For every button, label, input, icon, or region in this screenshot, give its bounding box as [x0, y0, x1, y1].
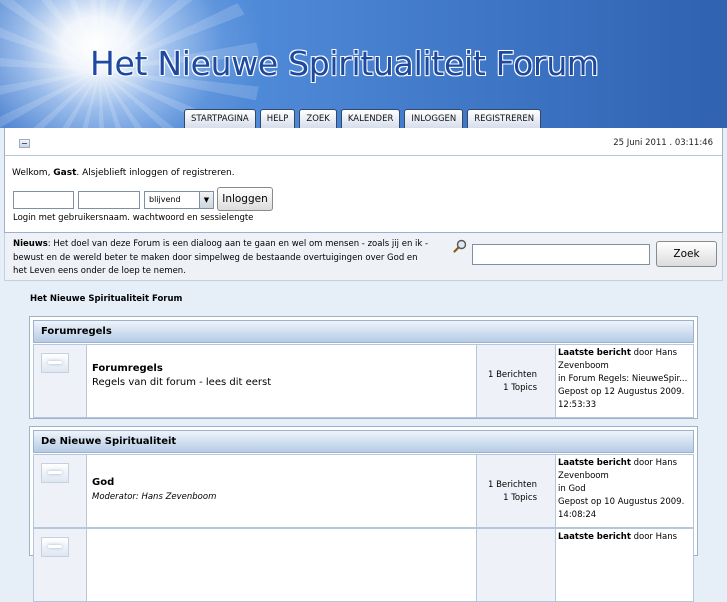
- board-icon-cell: [34, 529, 87, 601]
- search-input[interactable]: [472, 244, 650, 265]
- last-post: Laatste bericht door Hans Zevenboom in F…: [556, 345, 693, 417]
- news-body: : Het doel van deze Forum is een dialoog…: [13, 239, 429, 276]
- post-count: 1 Berichten: [487, 370, 537, 380]
- post-count: 1 Berichten: [487, 480, 537, 490]
- user-panel: 25 Juni 2011 . 03:11:46 Welkom, Gast. Al…: [4, 128, 723, 233]
- last-post-topic[interactable]: in Forum Regels: NieuweSpir...: [558, 374, 687, 384]
- board-info: Forumregels Regels van dit forum - lees …: [87, 345, 477, 417]
- board-title[interactable]: God: [92, 477, 114, 488]
- news-label: Nieuws: [13, 239, 48, 249]
- board-stats: [477, 529, 556, 601]
- chevron-down-icon[interactable]: ▼: [199, 192, 213, 208]
- tab-kalender[interactable]: KALENDER: [340, 109, 401, 128]
- board-title[interactable]: Forumregels: [92, 363, 163, 374]
- board-info: God Moderator: Hans Zevenboom: [87, 455, 477, 527]
- username-input[interactable]: [13, 191, 74, 209]
- tab-startpagina[interactable]: STARTPAGINA: [184, 109, 256, 128]
- login-hint: Login met gebruikersnaam. wachtwoord en …: [13, 213, 254, 223]
- main-nav: STARTPAGINA HELP ZOEK KALENDER INLOGGEN …: [184, 109, 542, 128]
- board-icon-cell: [34, 345, 87, 417]
- tab-registreren[interactable]: REGISTREREN: [467, 109, 542, 128]
- site-title: Het Nieuwe Spiritualiteit Forum: [90, 44, 599, 83]
- last-post-label[interactable]: Laatste bericht: [558, 458, 631, 468]
- search-icon: [453, 239, 467, 253]
- board-icon: [41, 463, 69, 483]
- last-post: Laatste bericht door Hans Zevenboom in G…: [556, 455, 693, 527]
- board-icon: [41, 353, 69, 373]
- session-length-select[interactable]: blijvend ▼: [144, 191, 214, 209]
- last-post-date: Gepost op 10 Augustus 2009. 14:08:24: [558, 497, 685, 520]
- board-row: Laatste bericht door Hans: [33, 528, 694, 602]
- board-info: [87, 529, 477, 601]
- category-header[interactable]: De Nieuwe Spiritualiteit: [33, 430, 694, 453]
- welcome-prefix: Welkom,: [12, 168, 54, 178]
- last-post: Laatste bericht door Hans: [556, 529, 693, 601]
- last-post-author: door Hans: [630, 532, 678, 542]
- topic-count: 1 Topics: [503, 383, 537, 393]
- board-moderator[interactable]: Moderator: Hans Zevenboom: [92, 492, 216, 502]
- guest-name: Gast: [53, 168, 77, 178]
- welcome-suffix: . Alsjeblieft inloggen of registreren.: [76, 168, 235, 178]
- tab-help[interactable]: HELP: [259, 109, 296, 128]
- breadcrumb[interactable]: Het Nieuwe Spiritualiteit Forum: [30, 294, 182, 304]
- collapse-icon[interactable]: [19, 139, 30, 148]
- board-row: Forumregels Regels van dit forum - lees …: [33, 344, 694, 418]
- board-stats: 1 Berichten 1 Topics: [477, 455, 556, 527]
- login-button[interactable]: Inloggen: [217, 187, 273, 211]
- board-description: Regels van dit forum - lees dit eerst: [92, 377, 272, 388]
- last-post-label[interactable]: Laatste bericht: [558, 348, 631, 358]
- tab-inloggen[interactable]: INLOGGEN: [404, 109, 464, 128]
- news-bar: Nieuws: Het doel van deze Forum is een d…: [4, 233, 723, 281]
- last-post-topic[interactable]: in God: [558, 484, 586, 494]
- last-post-date: Gepost op 12 Augustus 2009. 12:53:33: [558, 387, 685, 410]
- category-forumregels: Forumregels Forumregels Regels van dit f…: [29, 316, 698, 419]
- current-datetime: 25 Juni 2011 . 03:11:46: [613, 138, 713, 148]
- topic-count: 1 Topics: [503, 493, 537, 503]
- news-text: Nieuws: Het doel van deze Forum is een d…: [13, 238, 433, 279]
- tab-zoek[interactable]: ZOEK: [299, 109, 337, 128]
- site-header: Het Nieuwe Spiritualiteit Forum STARTPAG…: [0, 0, 727, 128]
- category-de-nieuwe-spiritualiteit: De Nieuwe Spiritualiteit God Moderator: …: [29, 426, 698, 602]
- board-stats: 1 Berichten 1 Topics: [477, 345, 556, 417]
- search-button[interactable]: Zoek: [656, 241, 717, 267]
- category-header[interactable]: Forumregels: [33, 320, 694, 343]
- session-length-value: blijvend: [149, 195, 181, 204]
- board-icon-cell: [34, 455, 87, 527]
- board-icon: [41, 537, 69, 557]
- board-row: God Moderator: Hans Zevenboom 1 Berichte…: [33, 454, 694, 528]
- last-post-label[interactable]: Laatste bericht: [558, 532, 631, 542]
- welcome-text: Welkom, Gast. Alsjeblieft inloggen of re…: [12, 168, 235, 178]
- password-input[interactable]: [78, 191, 140, 209]
- divider: [5, 155, 722, 156]
